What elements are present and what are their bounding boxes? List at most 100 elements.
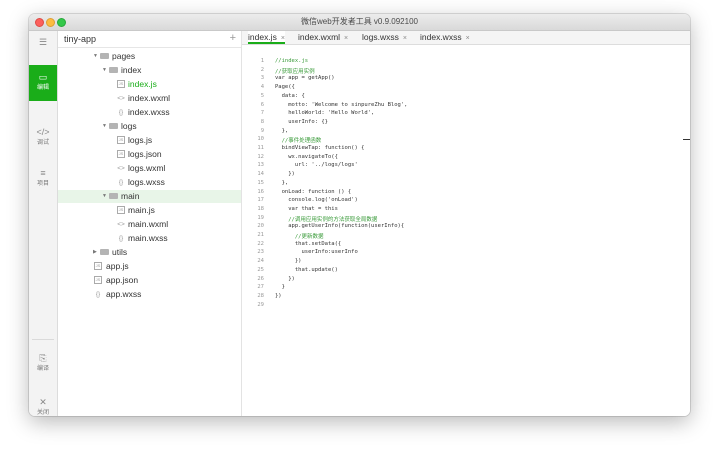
tree-folder-index[interactable]: ▼ index: [58, 64, 241, 77]
line-number: 22: [257, 240, 264, 247]
folder-icon: [100, 249, 109, 255]
tree-item-label: main.wxss: [128, 233, 168, 243]
tree-file-logs-wxml[interactable]: <> logs.wxml: [58, 162, 241, 175]
tree-item-label: main: [121, 191, 140, 201]
tree-file-app-wxss[interactable]: {} app.wxss: [58, 288, 241, 301]
code-line: wx.navigateTo({: [275, 153, 338, 160]
toolbar-close[interactable]: ✕ 关闭: [29, 397, 57, 416]
code-line: onLoad: function () {: [275, 188, 352, 195]
line-number: 18: [257, 205, 264, 212]
tree-item-label: pages: [112, 51, 136, 61]
tree-item-label: main.js: [128, 205, 155, 215]
line-number: 15: [257, 179, 264, 186]
code-line: that.setData({: [275, 240, 342, 247]
code-line: var that = this: [275, 205, 338, 212]
code-line: that.update(): [275, 266, 338, 273]
line-number: 14: [257, 171, 264, 178]
tree-file-main-wxss[interactable]: {} main.wxss: [58, 232, 241, 245]
tab-index-wxml[interactable]: index.wxml ×: [298, 31, 348, 44]
line-number: 19: [257, 214, 264, 221]
editor-tab-bar: index.js × index.wxml × logs.wxss × index.w…: [242, 31, 690, 45]
code-line: }: [275, 284, 285, 291]
tree-item-label: index.wxss: [128, 107, 170, 117]
tree-file-main-wxml[interactable]: <> main.wxml: [58, 218, 241, 231]
code-line: //更新数据: [275, 234, 324, 240]
toolbar-close-label: 关闭: [36, 410, 49, 416]
code-line: }): [275, 275, 295, 282]
tree-file-logs-js[interactable]: JS logs.js: [58, 134, 241, 147]
line-number: 1: [260, 58, 264, 64]
tree-item-label: logs.json: [128, 149, 162, 159]
tree-item-label: utils: [112, 247, 128, 257]
toolbar-compile[interactable]: ⎘ 编译: [29, 353, 57, 375]
tree-file-index-wxml[interactable]: <> index.wxml: [58, 92, 241, 105]
toolbar-project[interactable]: ≡ 项目: [29, 168, 57, 190]
tree-file-app-json[interactable]: JS app.json: [58, 274, 241, 287]
title-bar: 微信web开发者工具 v0.9.092100: [29, 14, 690, 31]
code-line: helloWorld: 'Hello World',: [275, 110, 375, 117]
wxss-file-icon: {}: [118, 235, 124, 242]
wxss-file-icon: {}: [118, 109, 124, 116]
close-icon: ✕: [39, 397, 47, 407]
code-line: //获取应用实例: [275, 68, 315, 75]
toolbar-debug[interactable]: </> 调试: [29, 127, 57, 149]
code-line: userInfo: {}: [275, 118, 328, 125]
project-icon: ≡: [40, 168, 46, 178]
line-number: 24: [257, 258, 264, 265]
chevron-down-icon: ▼: [102, 123, 107, 129]
file-explorer: tiny-app + ▼ pages ▼ index JS index.js <…: [58, 31, 242, 416]
close-icon[interactable]: ×: [466, 35, 470, 42]
tree-file-app-js[interactable]: JS app.js: [58, 260, 241, 273]
wxss-file-icon: {}: [118, 179, 124, 186]
toolbar-user[interactable]: ☰: [29, 37, 57, 59]
code-icon: </>: [36, 127, 50, 137]
toolbar-editor[interactable]: ▭ 编辑: [29, 65, 57, 101]
code-line: }): [275, 292, 282, 299]
tree-file-index-wxss[interactable]: {} index.wxss: [58, 106, 241, 119]
tab-index-js[interactable]: index.js ×: [248, 31, 285, 44]
tree-file-main-js[interactable]: JS main.js: [58, 204, 241, 217]
tree-item-label: index.wxml: [128, 93, 171, 103]
scroll-indicator[interactable]: [683, 139, 690, 140]
wxml-file-icon: <>: [117, 95, 125, 102]
line-number: 9: [260, 127, 264, 134]
line-number: 8: [260, 118, 264, 125]
chevron-right-icon: ▶: [93, 249, 97, 255]
toolbar-compile-label: 编译: [36, 366, 49, 372]
code-line: app.getUserInfo(function(userInfo){: [275, 223, 405, 230]
tree-item-label: main.wxml: [128, 219, 169, 229]
js-file-icon: JS: [117, 136, 125, 145]
code-line: var app = getApp(): [275, 75, 335, 82]
tree-file-logs-wxss[interactable]: {} logs.wxss: [58, 176, 241, 189]
line-number: 26: [257, 275, 264, 282]
close-icon[interactable]: ×: [281, 35, 285, 42]
line-number: 13: [257, 162, 264, 169]
toolbar-editor-label: 编辑: [36, 85, 49, 91]
tree-folder-logs[interactable]: ▼ logs: [58, 120, 241, 133]
tree-folder-main[interactable]: ▼ main: [58, 190, 241, 203]
tree-folder-utils[interactable]: ▶ utils: [58, 246, 241, 259]
tree-file-logs-json[interactable]: JS logs.json: [58, 148, 241, 161]
code-line: motto: 'Welcome to sinpureZhu Blog',: [275, 101, 408, 108]
tree-folder-pages[interactable]: ▼ pages: [58, 50, 241, 63]
user-icon: ☰: [38, 37, 48, 47]
line-number: 23: [257, 249, 264, 256]
code-line: userInfo:userInfo: [275, 249, 358, 256]
tab-label: logs.wxss: [362, 32, 399, 42]
line-number: 29: [257, 301, 264, 308]
folder-icon: [109, 123, 118, 129]
add-file-button[interactable]: +: [230, 32, 236, 44]
js-file-icon: JS: [117, 80, 125, 89]
code-line: console.log('onLoad'): [275, 197, 358, 204]
toolbar-divider: [32, 339, 54, 340]
close-icon[interactable]: ×: [403, 35, 407, 42]
line-number: 21: [257, 232, 264, 238]
close-icon[interactable]: ×: [344, 35, 348, 42]
json-file-icon: JS: [94, 276, 102, 285]
tab-logs-wxss[interactable]: logs.wxss ×: [362, 31, 407, 44]
code-line: //调用应用实例的方法获取全局数据: [275, 216, 378, 223]
tab-index-wxss[interactable]: index.wxss ×: [420, 31, 470, 44]
tree-file-index-js[interactable]: JS index.js: [58, 78, 241, 91]
wxml-file-icon: <>: [117, 221, 125, 228]
code-line: },: [275, 179, 289, 186]
